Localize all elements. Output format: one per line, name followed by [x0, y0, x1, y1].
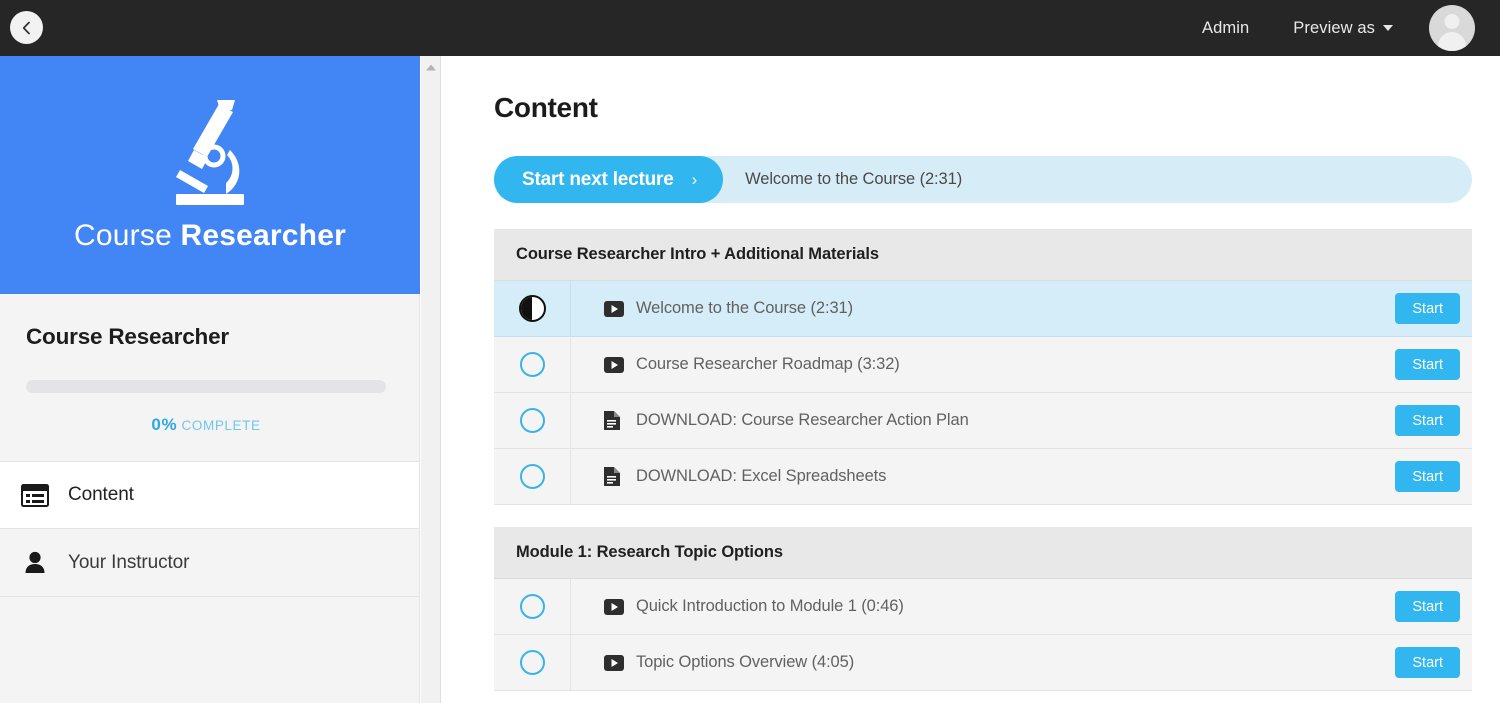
section-title: Module 1: Research Topic Options: [494, 527, 1472, 579]
lesson-row[interactable]: DOWNLOAD: Course Researcher Action Plan S…: [494, 393, 1472, 449]
lesson-start-button[interactable]: Start: [1395, 349, 1460, 380]
next-lecture-title: Welcome to the Course (2:31): [745, 170, 963, 188]
lesson-title: DOWNLOAD: Course Researcher Action Plan: [636, 411, 969, 429]
sidebar: Course Researcher Course Researcher 0% C…: [0, 56, 420, 703]
person-icon: [18, 551, 52, 574]
lesson-row[interactable]: Course Researcher Roadmap (3:32) Start: [494, 337, 1472, 393]
document-icon: [604, 411, 624, 430]
logo-text: Course Researcher: [74, 219, 346, 253]
document-icon: [604, 467, 624, 486]
curriculum-section: Module 1: Research Topic Options Quick In…: [494, 527, 1472, 691]
lesson-start-button[interactable]: Start: [1395, 461, 1460, 492]
progress-complete-word: COMPLETE: [181, 418, 261, 433]
status-not-started-icon: [519, 464, 545, 489]
lesson-row[interactable]: DOWNLOAD: Excel Spreadsheets Start: [494, 449, 1472, 505]
lesson-start-button[interactable]: Start: [1395, 591, 1460, 622]
course-logo-panel[interactable]: Course Researcher: [0, 56, 420, 294]
section-title: Course Researcher Intro + Additional Mat…: [494, 229, 1472, 281]
sidebar-item-content[interactable]: Content: [0, 461, 419, 529]
lesson-title: DOWNLOAD: Excel Spreadsheets: [636, 467, 887, 485]
scroll-up-arrow-icon[interactable]: [425, 59, 437, 77]
page-title: Content: [494, 92, 598, 123]
lesson-status-toggle[interactable]: [494, 393, 571, 448]
lesson-row[interactable]: Quick Introduction to Module 1 (0:46) Sta…: [494, 579, 1472, 635]
preview-as-label: Preview as: [1293, 18, 1375, 37]
video-icon: [604, 598, 624, 615]
curriculum-section: Course Researcher Intro + Additional Mat…: [494, 229, 1472, 505]
sidebar-item-your-instructor-label: Your Instructor: [68, 551, 190, 573]
lesson-start-button[interactable]: Start: [1395, 293, 1460, 324]
preview-as-menu[interactable]: Preview as: [1271, 19, 1415, 38]
chevron-right-icon: ›: [691, 169, 698, 189]
avatar-head: [1444, 14, 1460, 29]
video-icon: [604, 356, 624, 373]
chevron-left-icon: [22, 21, 30, 34]
admin-link[interactable]: Admin: [1180, 19, 1271, 38]
lesson-status-toggle[interactable]: [494, 579, 571, 634]
start-next-lecture-label: Start next lecture: [522, 168, 674, 190]
page-scrollbar[interactable]: [421, 56, 441, 703]
progress-percent: 0%: [151, 415, 178, 434]
back-button[interactable]: [10, 11, 43, 44]
course-progress-block: Course Researcher 0% COMPLETE: [0, 294, 419, 461]
progress-label: 0% COMPLETE: [26, 415, 386, 435]
status-not-started-icon: [519, 408, 545, 433]
content-list-icon: [18, 483, 52, 507]
video-icon: [604, 300, 624, 317]
avatar-body: [1438, 32, 1466, 51]
lesson-title: Quick Introduction to Module 1 (0:46): [636, 597, 904, 615]
topbar-right-group: Admin Preview as: [1180, 5, 1500, 51]
next-lecture-bar: Start next lecture › Welcome to the Cour…: [494, 156, 1472, 203]
status-in-progress-icon: [518, 295, 546, 322]
lesson-status-toggle[interactable]: [494, 281, 571, 336]
start-next-lecture-button[interactable]: Start next lecture ›: [494, 156, 724, 203]
lesson-row[interactable]: Welcome to the Course (2:31) Start: [494, 281, 1472, 337]
lesson-start-button[interactable]: Start: [1395, 405, 1460, 436]
avatar[interactable]: [1429, 5, 1475, 51]
lesson-status-toggle[interactable]: [494, 635, 571, 690]
lesson-title: Welcome to the Course (2:31): [636, 299, 853, 317]
status-not-started-icon: [519, 352, 545, 377]
lesson-status-toggle[interactable]: [494, 449, 571, 504]
video-icon: [604, 654, 624, 671]
lesson-row[interactable]: Topic Options Overview (4:05) Start: [494, 635, 1472, 691]
sidebar-item-content-label: Content: [68, 484, 134, 505]
logo-text-bold: Researcher: [180, 218, 346, 252]
lesson-title: Course Researcher Roadmap (3:32): [636, 355, 900, 373]
status-not-started-icon: [519, 650, 545, 675]
lesson-start-button[interactable]: Start: [1395, 647, 1460, 678]
top-navigation-bar: Admin Preview as: [0, 0, 1500, 56]
curriculum-sections: Course Researcher Intro + Additional Mat…: [494, 229, 1472, 691]
status-not-started-icon: [519, 594, 545, 619]
sidebar-item-your-instructor[interactable]: Your Instructor: [0, 529, 419, 597]
logo-text-light: Course: [74, 218, 181, 252]
microscope-icon: [158, 98, 262, 211]
course-title: Course Researcher: [26, 324, 229, 349]
lesson-status-toggle[interactable]: [494, 337, 571, 392]
chevron-down-icon: [1383, 25, 1393, 31]
lesson-title: Topic Options Overview (4:05): [636, 653, 855, 671]
main-content: Content Start next lecture › Welcome to …: [442, 56, 1500, 703]
progress-bar-track: [26, 380, 386, 393]
